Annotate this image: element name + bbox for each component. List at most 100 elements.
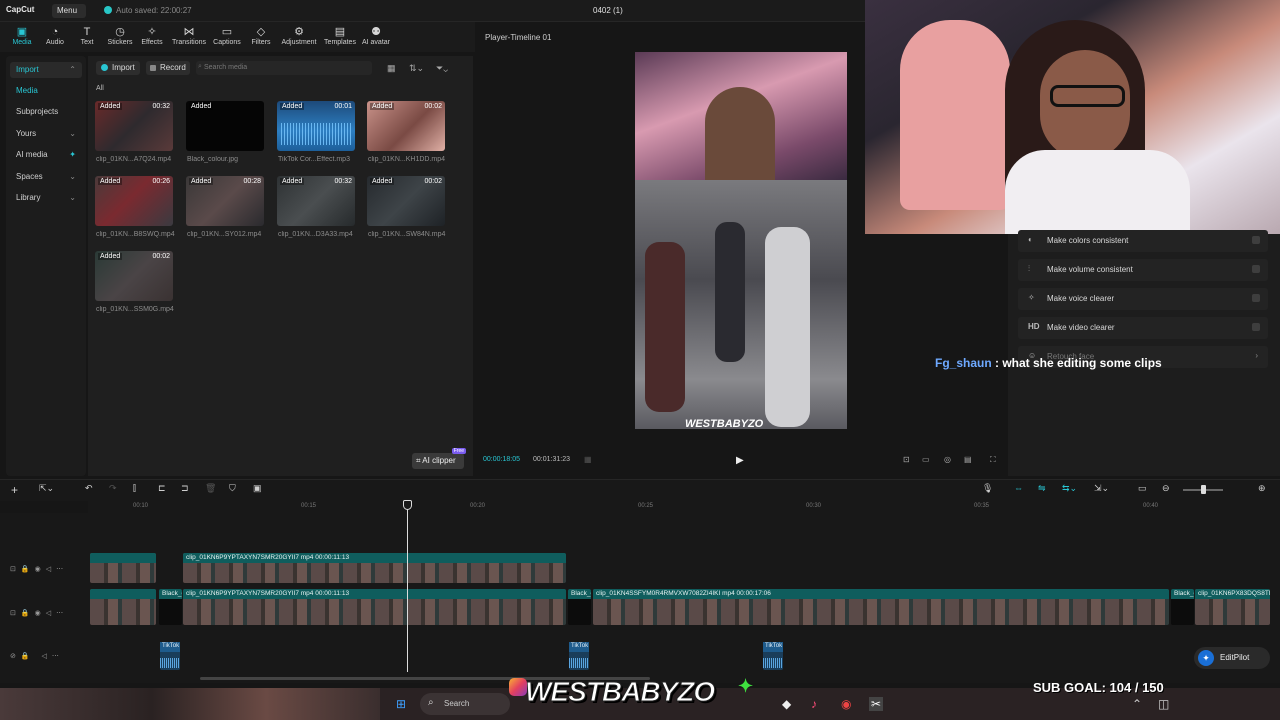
sidebar-item-spaces[interactable]: Spaces ⌄ bbox=[10, 169, 82, 185]
media-item[interactable]: Added 00:01 bbox=[277, 101, 355, 151]
audio-clip[interactable]: TikTok bbox=[160, 642, 180, 670]
aspect-icon[interactable]: ▭ bbox=[922, 455, 930, 464]
audio-clip[interactable]: TikTok bbox=[569, 642, 589, 670]
streamer-shirt bbox=[1005, 150, 1190, 234]
media-item[interactable]: Added 00:32 bbox=[277, 176, 355, 226]
black-clip[interactable]: Black_c bbox=[159, 589, 182, 625]
enhance-video-toggle[interactable]: HD Make video clearer bbox=[1018, 317, 1268, 339]
tab-effects[interactable]: ✧ Effects bbox=[131, 25, 173, 46]
enhance-colors-toggle[interactable]: ◐ Make colors consistent bbox=[1018, 230, 1268, 252]
record-button[interactable]: Record bbox=[146, 61, 190, 75]
media-item[interactable]: Added 00:28 bbox=[186, 176, 264, 226]
link-clips-icon[interactable]: ⇔ bbox=[1014, 483, 1023, 493]
app-icon[interactable]: ◉ bbox=[841, 697, 851, 711]
tray-icon[interactable]: ◫ bbox=[1158, 697, 1169, 711]
timeline-clip[interactable] bbox=[90, 589, 156, 625]
enhance-voice-toggle[interactable]: ✧ Make voice clearer bbox=[1018, 288, 1268, 310]
video-preview[interactable]: WESTBABYZO bbox=[635, 52, 847, 429]
zoom-slider-handle[interactable] bbox=[1201, 485, 1206, 494]
sidebar-item-library[interactable]: Library ⌄ bbox=[10, 190, 82, 206]
tab-ai-avatar[interactable]: ⚉ AI avatar bbox=[355, 25, 397, 46]
enhance-volume-toggle[interactable]: ⫶ Make volume consistent bbox=[1018, 259, 1268, 281]
grid-view-icon[interactable]: ▦ bbox=[387, 63, 396, 74]
split-icon[interactable]: ⫿ bbox=[133, 483, 136, 494]
preview-axis-icon[interactable]: ⇲⌄ bbox=[1094, 483, 1109, 494]
windows-start-icon[interactable]: ⊞ bbox=[396, 697, 406, 711]
crop-tool-icon[interactable]: ▣ bbox=[253, 483, 262, 494]
search-input[interactable]: ⌕ Search media bbox=[196, 61, 372, 75]
sort-icon[interactable]: ⇅⌄ bbox=[409, 63, 424, 74]
tab-filters[interactable]: ◇ Filters bbox=[240, 25, 282, 46]
fullscreen-icon[interactable]: ⛶ bbox=[990, 455, 996, 465]
capcut-taskbar-icon[interactable]: ✂ bbox=[869, 697, 884, 711]
playhead[interactable] bbox=[407, 500, 408, 672]
search-icon: ⌕ bbox=[428, 697, 434, 708]
glasses bbox=[1050, 85, 1125, 107]
media-item[interactable]: Added 00:02 bbox=[95, 251, 173, 301]
undo-icon[interactable]: ↶ bbox=[85, 483, 93, 494]
delete-icon[interactable]: 🗑 bbox=[205, 483, 216, 494]
ai-clipper-button[interactable]: ⌗ AI clipper Free bbox=[412, 448, 466, 469]
track-controls[interactable]: ⊡🔒◉◁⋯ bbox=[10, 609, 68, 617]
track-controls[interactable]: ⊘🔒 ◁⋯ bbox=[10, 652, 64, 660]
timeline-clip[interactable] bbox=[90, 553, 156, 583]
media-item[interactable]: Added bbox=[186, 101, 264, 151]
media-sidebar: Import ⌃ Media Subprojects Yours ⌄ AI medi… bbox=[6, 56, 86, 476]
marker-icon[interactable]: ⛉ bbox=[229, 483, 236, 494]
media-item-name: clip_01KN...SY012.mp4 bbox=[187, 231, 262, 238]
timecode-grid-icon[interactable]: ▦ bbox=[584, 455, 592, 464]
zoom-in-icon[interactable]: ⊕ bbox=[1258, 483, 1266, 494]
app-icon[interactable]: ♪ bbox=[811, 697, 817, 711]
tab-adjustment[interactable]: ⚙ Adjustment bbox=[278, 25, 320, 46]
redo-icon[interactable]: ↷ bbox=[109, 483, 117, 494]
timeline-clip[interactable]: clip_01KN6P9YPTAXYN7SMR20GYII7 mp4 00:00… bbox=[183, 553, 566, 583]
playhead-handle[interactable] bbox=[403, 500, 412, 510]
snapshot-icon[interactable]: ◎ bbox=[944, 455, 951, 464]
play-button[interactable]: ▶ bbox=[736, 455, 744, 466]
app-icon[interactable]: ◆ bbox=[782, 697, 791, 711]
timeline-clip[interactable]: clip_01KN6PX83DQS8TF bbox=[1195, 589, 1270, 625]
tray-icon[interactable]: ⌃ bbox=[1132, 697, 1142, 711]
import-button[interactable]: Import bbox=[96, 61, 140, 75]
timeline-clip[interactable]: clip_01KN4SSFYM0R4RMVXW7082ZI4IKI mp4 00… bbox=[593, 589, 1169, 625]
ratio-icon[interactable]: ▤ bbox=[964, 455, 972, 464]
magnet-icon[interactable]: ⇋ bbox=[1038, 483, 1046, 494]
caption-icon[interactable]: ▭ bbox=[1138, 483, 1147, 494]
timeline-ruler[interactable] bbox=[88, 501, 1280, 513]
filter-icon[interactable]: ⏷⌄ bbox=[436, 63, 448, 74]
media-filter-all[interactable]: All bbox=[96, 85, 104, 92]
waveform bbox=[281, 123, 351, 145]
sparkle-decoration-icon: ✦ bbox=[738, 676, 754, 696]
chat-separator: : bbox=[991, 356, 1003, 370]
timeline-clip[interactable]: clip_01KN6P9YPTAXYN7SMR20GYII7 mp4 00:00… bbox=[183, 589, 566, 625]
trim-left-icon[interactable]: ⊏ bbox=[158, 483, 166, 494]
media-item[interactable]: Added 00:02 bbox=[367, 176, 445, 226]
player-title: Player-Timeline 01 bbox=[485, 33, 552, 42]
sidebar-item-ai-media[interactable]: AI media ✦ bbox=[10, 147, 82, 163]
audio-clip[interactable]: TikTok bbox=[763, 642, 783, 670]
black-clip[interactable]: Black_c bbox=[568, 589, 591, 625]
media-item[interactable]: Added 00:02 bbox=[367, 101, 445, 151]
sidebar-item-subprojects[interactable]: Subprojects bbox=[10, 104, 82, 120]
sidebar-item-yours[interactable]: Yours ⌄ bbox=[10, 126, 82, 142]
tab-transitions[interactable]: ⋈ Transitions bbox=[168, 25, 210, 46]
track-controls[interactable]: ⊡🔒◉◁⋯ bbox=[10, 565, 68, 573]
media-item[interactable]: Added 00:32 bbox=[95, 101, 173, 151]
menu-button[interactable]: Menu bbox=[52, 4, 86, 18]
sidebar-item-import[interactable]: Import ⌃ bbox=[10, 62, 82, 78]
trim-right-icon[interactable]: ⊐ bbox=[181, 483, 189, 494]
taskbar-search[interactable]: ⌕ Search bbox=[420, 693, 510, 715]
select-tool-icon[interactable]: ⇱⌄ bbox=[39, 483, 54, 494]
snap-icon[interactable]: ⇆⌄ bbox=[1062, 483, 1077, 494]
waveform bbox=[569, 658, 589, 668]
microphone-icon[interactable]: 🎙 bbox=[982, 483, 993, 494]
sidebar-item-media[interactable]: Media bbox=[10, 83, 82, 99]
black-clip[interactable]: Black_c bbox=[1171, 589, 1194, 625]
media-item[interactable]: Added 00:26 bbox=[95, 176, 173, 226]
current-time: 00:00:18:05 bbox=[483, 456, 520, 463]
crop-icon[interactable]: ⊡ bbox=[903, 455, 910, 464]
zoom-out-icon[interactable]: ⊖ bbox=[1162, 483, 1170, 494]
project-title: 0402 (1) bbox=[593, 6, 623, 15]
add-track-icon[interactable]: + bbox=[11, 483, 18, 497]
editpilot-button[interactable]: ✦ EditPilot bbox=[1194, 647, 1270, 669]
